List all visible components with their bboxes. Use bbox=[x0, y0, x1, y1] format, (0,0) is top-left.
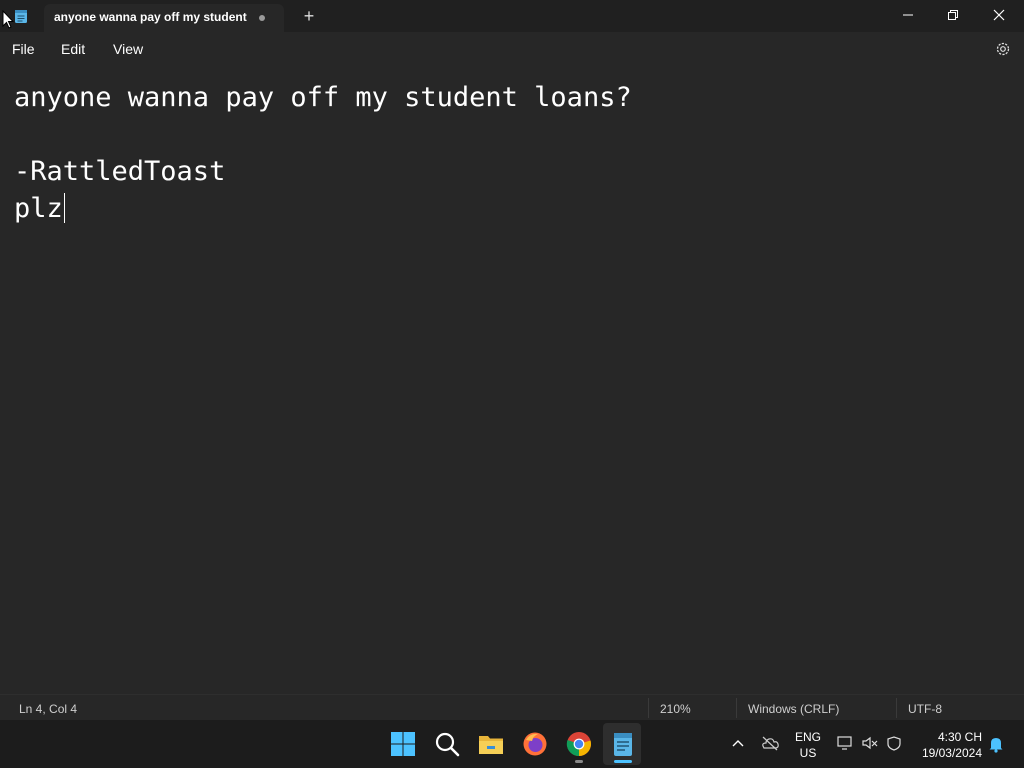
notification-bell-icon[interactable] bbox=[988, 735, 1004, 753]
start-icon[interactable] bbox=[389, 730, 417, 758]
menu-bar: File Edit View bbox=[0, 32, 1024, 66]
new-tab-button[interactable]: + bbox=[300, 6, 318, 26]
notepad-active-indicator bbox=[614, 760, 632, 763]
restore-button[interactable] bbox=[930, 0, 976, 30]
taskbar: ENG US 4:30 CH 19/03/2024 bbox=[0, 720, 1024, 768]
zoom-level[interactable]: 210% bbox=[660, 702, 691, 716]
close-icon bbox=[993, 9, 1005, 21]
language-region[interactable]: US bbox=[794, 746, 822, 760]
restore-icon bbox=[948, 10, 958, 20]
mouse-pointer-icon bbox=[2, 10, 14, 29]
minimize-button[interactable] bbox=[885, 0, 931, 30]
clock-date[interactable]: 19/03/2024 bbox=[914, 746, 982, 760]
chevron-up-icon[interactable] bbox=[731, 738, 745, 748]
chrome-icon[interactable] bbox=[565, 730, 593, 758]
tab-title: anyone wanna pay off my student bbox=[54, 10, 247, 24]
volume-muted-icon[interactable] bbox=[861, 735, 879, 751]
menu-view[interactable]: View bbox=[113, 41, 143, 57]
chrome-running-indicator bbox=[575, 760, 583, 763]
clock-time[interactable]: 4:30 CH bbox=[914, 730, 982, 744]
firefox-icon[interactable] bbox=[521, 730, 549, 758]
line-ending[interactable]: Windows (CRLF) bbox=[748, 702, 839, 716]
onedrive-cloud-icon[interactable] bbox=[760, 735, 780, 751]
status-bar: Ln 4, Col 4 210% Windows (CRLF) UTF-8 bbox=[0, 694, 1024, 721]
status-divider bbox=[736, 698, 737, 718]
language-code[interactable]: ENG bbox=[794, 730, 822, 744]
cursor-position: Ln 4, Col 4 bbox=[19, 702, 78, 716]
notepad-icon[interactable] bbox=[609, 730, 637, 758]
search-icon[interactable] bbox=[433, 730, 461, 758]
battery-icon[interactable] bbox=[885, 735, 903, 751]
text-line-4: plz bbox=[14, 193, 63, 224]
text-line-1: anyone wanna pay off my student loans? bbox=[14, 82, 632, 113]
text-editor[interactable]: anyone wanna pay off my student loans? -… bbox=[0, 66, 1024, 692]
close-button[interactable] bbox=[976, 0, 1022, 30]
file-explorer-icon[interactable] bbox=[477, 730, 505, 758]
title-bar: anyone wanna pay off my student + bbox=[0, 0, 1024, 32]
text-line-4-wrapper: plz bbox=[14, 193, 65, 224]
status-divider bbox=[648, 698, 649, 718]
tab-document[interactable]: anyone wanna pay off my student bbox=[44, 4, 284, 32]
unsaved-indicator-icon[interactable] bbox=[259, 15, 265, 21]
notepad-app-icon bbox=[15, 10, 27, 23]
menu-edit[interactable]: Edit bbox=[61, 41, 85, 57]
text-line-3: -RattledToast bbox=[14, 156, 226, 187]
encoding[interactable]: UTF-8 bbox=[908, 702, 942, 716]
network-icon[interactable] bbox=[836, 735, 854, 751]
menu-file[interactable]: File bbox=[12, 41, 35, 57]
minimize-icon bbox=[903, 14, 913, 16]
settings-gear-icon[interactable] bbox=[994, 40, 1012, 58]
text-caret bbox=[63, 193, 65, 223]
status-divider bbox=[896, 698, 897, 718]
